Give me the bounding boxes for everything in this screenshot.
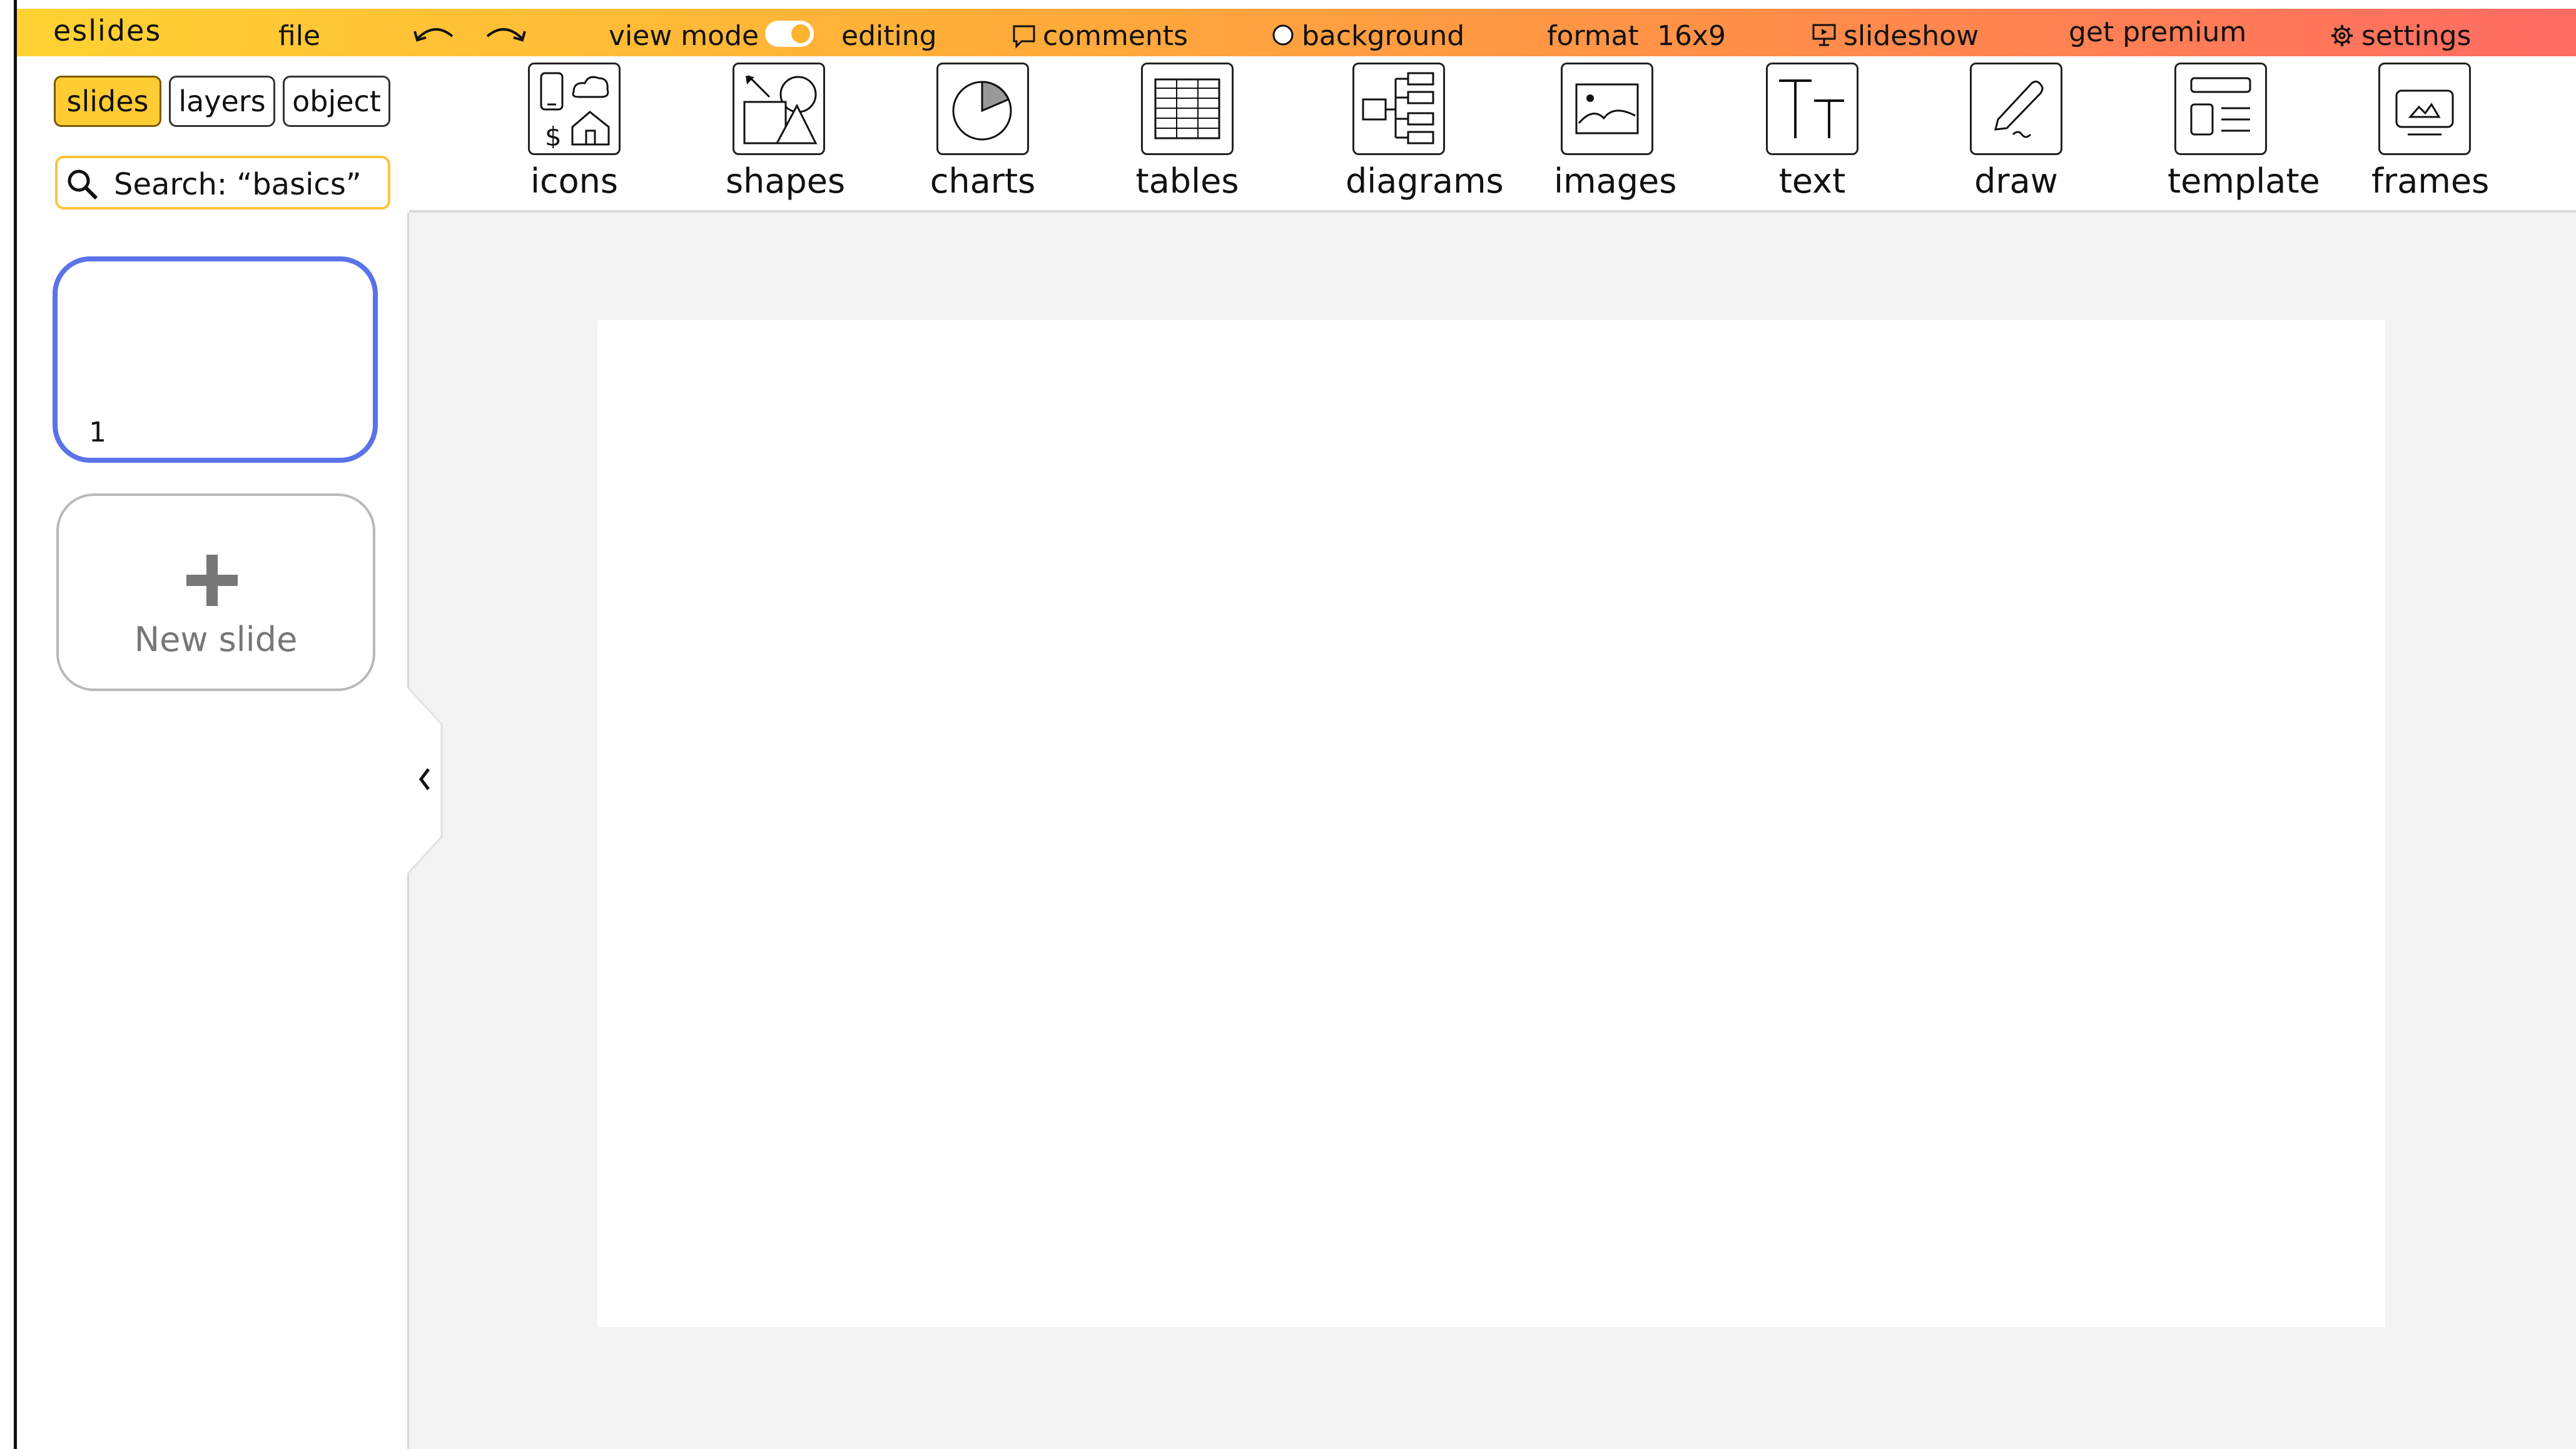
- toolbar-icons-button[interactable]: $ icons: [521, 63, 627, 201]
- toolbar-draw-button[interactable]: draw: [1963, 63, 2069, 201]
- toolbar-charts-button[interactable]: charts: [930, 63, 1036, 201]
- collapse-panel-handle[interactable]: [407, 687, 445, 874]
- slide-thumbnail[interactable]: 1: [53, 256, 378, 463]
- toolbar-template-label: template: [2168, 161, 2320, 201]
- editing-label: editing: [841, 20, 937, 52]
- toolbar-frames-button[interactable]: frames: [2371, 63, 2490, 201]
- frame-icon: [2395, 89, 2454, 136]
- chart-icon: [952, 81, 1012, 141]
- toolbar-tables-button[interactable]: tables: [1134, 63, 1240, 201]
- toolbar-frames-label: frames: [2371, 161, 2490, 201]
- new-slide-label: New slide: [134, 620, 298, 659]
- template-icon: [2190, 77, 2251, 136]
- slideshow-icon[interactable]: [1811, 23, 1837, 53]
- toolbar-text-button[interactable]: text: [1759, 63, 1865, 201]
- toolbar-text-label: text: [1778, 161, 1846, 201]
- toolbar-images-button[interactable]: images: [1554, 63, 1677, 201]
- background-menu[interactable]: background: [1302, 23, 1464, 50]
- svg-text:$: $: [545, 121, 562, 148]
- table-icon: [1154, 78, 1220, 139]
- slideshow-menu[interactable]: slideshow: [1843, 23, 1979, 50]
- search-icon: [68, 169, 98, 200]
- comments-menu[interactable]: comments: [1043, 23, 1188, 50]
- toolbar-shapes-label: shapes: [726, 161, 846, 201]
- view-mode-toggle[interactable]: [765, 21, 814, 47]
- diagram-icon: [1362, 72, 1434, 144]
- plus-icon: [186, 555, 238, 606]
- view-mode-label: view mode: [609, 20, 759, 52]
- shapes-icon: [743, 74, 818, 144]
- text-icon: [1779, 79, 1844, 138]
- pen-icon: [1994, 80, 2044, 138]
- tab-layers[interactable]: layers: [169, 76, 275, 127]
- icons-icon: $: [540, 72, 610, 148]
- format-menu[interactable]: format: [1547, 23, 1639, 50]
- get-premium-link[interactable]: get premium: [2069, 19, 2246, 46]
- toolbar-icons-label: icons: [530, 161, 619, 201]
- app-logo[interactable]: eslides: [53, 16, 161, 45]
- tab-object[interactable]: object: [283, 76, 390, 127]
- toolbar-charts-label: charts: [930, 161, 1036, 201]
- search-field[interactable]: Search: “basics”: [55, 156, 390, 210]
- toolbar-tables-label: tables: [1135, 161, 1239, 201]
- settings-menu[interactable]: settings: [2361, 23, 2471, 50]
- toolbar-images-label: images: [1554, 161, 1677, 201]
- slide-canvas[interactable]: [597, 320, 2385, 1327]
- toolbar-draw-label: draw: [1974, 161, 2058, 201]
- format-value[interactable]: 16x9: [1657, 23, 1726, 50]
- background-circle-icon[interactable]: [1272, 24, 1294, 51]
- search-input[interactable]: Search: “basics”: [114, 168, 362, 201]
- toolbar-shapes-button[interactable]: shapes: [726, 63, 846, 201]
- redo-icon[interactable]: [482, 20, 527, 50]
- file-menu[interactable]: file: [278, 23, 320, 50]
- top-menu-bar: eslides file view mode editing comments …: [17, 9, 2576, 56]
- image-icon: [1575, 83, 1639, 134]
- undo-icon[interactable]: [412, 20, 457, 50]
- slide-number: 1: [89, 417, 106, 448]
- tab-slides[interactable]: slides: [54, 76, 161, 127]
- new-slide-button[interactable]: New slide: [56, 493, 375, 691]
- toolbar-diagrams-label: diagrams: [1346, 161, 1504, 201]
- comment-icon[interactable]: [1012, 24, 1037, 54]
- toggle-knob: [791, 24, 810, 43]
- settings-gear-icon[interactable]: [2330, 24, 2354, 53]
- toolbar-diagrams-button[interactable]: diagrams: [1346, 63, 1504, 201]
- toolbar-template-button[interactable]: template: [2168, 63, 2320, 201]
